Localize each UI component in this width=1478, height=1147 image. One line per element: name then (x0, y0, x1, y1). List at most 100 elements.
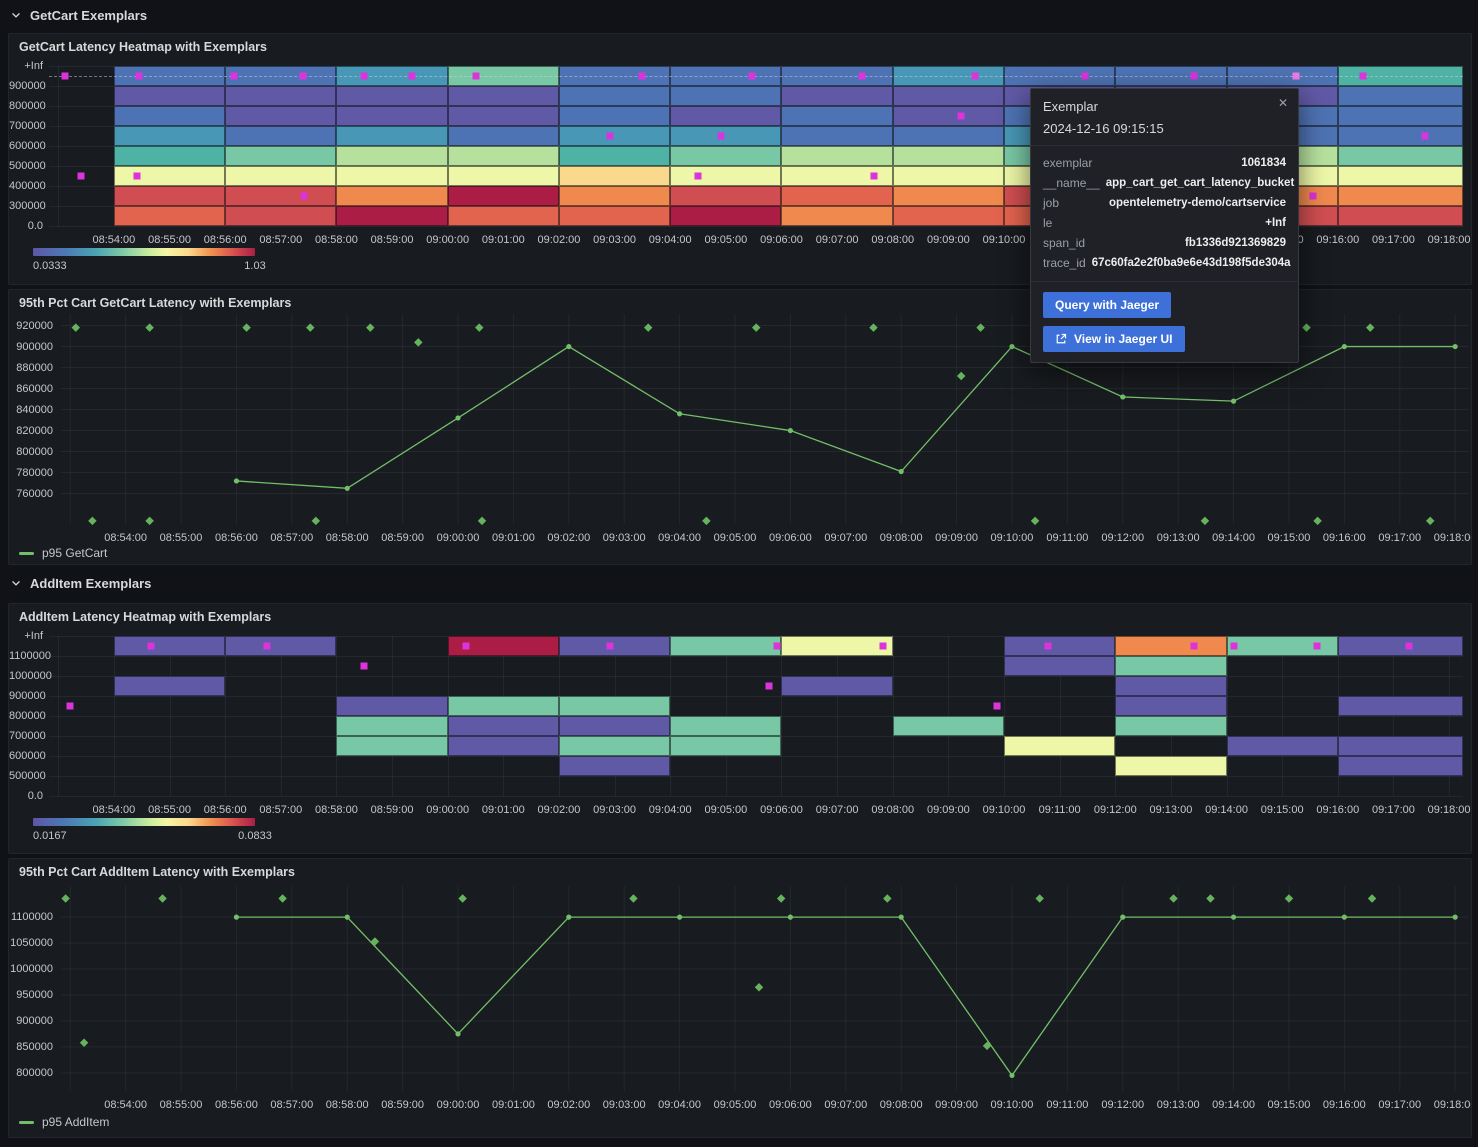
exemplar-marker[interactable] (147, 643, 154, 650)
exemplar-marker[interactable] (361, 73, 368, 80)
exemplar-marker[interactable] (1309, 193, 1316, 200)
data-point[interactable] (455, 1031, 460, 1036)
exemplar-diamond[interactable] (242, 323, 250, 331)
exemplar-marker[interactable] (748, 73, 755, 80)
exemplar-diamond[interactable] (1169, 894, 1177, 902)
data-point[interactable] (788, 915, 793, 920)
exemplar-marker[interactable] (1191, 643, 1198, 650)
exemplar-marker[interactable] (1314, 643, 1321, 650)
exemplar-diamond[interactable] (366, 323, 374, 331)
exemplar-diamond[interactable] (145, 517, 153, 525)
legend-label[interactable]: p95 GetCart (42, 546, 107, 560)
exemplar-marker[interactable] (135, 73, 142, 80)
exemplar-diamond[interactable] (306, 323, 314, 331)
exemplar-marker[interactable] (300, 73, 307, 80)
exemplar-diamond[interactable] (145, 323, 153, 331)
exemplar-diamond[interactable] (478, 517, 486, 525)
exemplar-diamond[interactable] (755, 983, 763, 991)
exemplar-marker[interactable] (263, 643, 270, 650)
data-point[interactable] (234, 915, 239, 920)
view-in-jaeger-button[interactable]: View in Jaeger UI (1043, 326, 1185, 352)
exemplar-marker[interactable] (67, 703, 74, 710)
data-point[interactable] (566, 344, 571, 349)
exemplar-diamond[interactable] (312, 517, 320, 525)
data-point[interactable] (345, 915, 350, 920)
exemplar-diamond[interactable] (458, 894, 466, 902)
exemplar-marker[interactable] (766, 683, 773, 690)
exemplar-marker[interactable] (1421, 133, 1428, 140)
exemplar-diamond[interactable] (976, 323, 984, 331)
legend[interactable]: p95 GetCart (19, 546, 107, 560)
data-point[interactable] (1342, 344, 1347, 349)
exemplar-diamond[interactable] (80, 1038, 88, 1046)
data-point[interactable] (455, 415, 460, 420)
exemplar-diamond[interactable] (278, 894, 286, 902)
exemplar-marker[interactable] (695, 173, 702, 180)
data-point[interactable] (345, 486, 350, 491)
legend[interactable]: p95 AddItem (19, 1115, 109, 1129)
exemplar-diamond[interactable] (1302, 323, 1310, 331)
exemplar-diamond[interactable] (475, 323, 483, 331)
exemplar-diamond[interactable] (1206, 894, 1214, 902)
exemplar-diamond[interactable] (1313, 517, 1321, 525)
exemplar-marker[interactable] (1359, 73, 1366, 80)
exemplar-marker[interactable] (993, 703, 1000, 710)
exemplar-marker[interactable] (606, 133, 613, 140)
data-point[interactable] (1120, 394, 1125, 399)
exemplar-diamond[interactable] (72, 323, 80, 331)
exemplar-diamond[interactable] (983, 1042, 991, 1050)
exemplar-marker[interactable] (871, 173, 878, 180)
exemplar-diamond[interactable] (869, 323, 877, 331)
exemplar-diamond[interactable] (777, 894, 785, 902)
data-point[interactable] (1120, 915, 1125, 920)
row-header-getcart-exemplars[interactable]: GetCart Exemplars (0, 0, 1478, 30)
close-icon[interactable]: ✕ (1278, 97, 1288, 109)
exemplar-marker[interactable] (361, 663, 368, 670)
exemplar-marker[interactable] (972, 73, 979, 80)
data-point[interactable] (1453, 915, 1458, 920)
exemplar-diamond[interactable] (644, 323, 652, 331)
exemplar-marker[interactable] (958, 113, 965, 120)
data-point[interactable] (1009, 344, 1014, 349)
exemplar-marker[interactable] (408, 73, 415, 80)
exemplar-diamond[interactable] (1366, 323, 1374, 331)
exemplar-diamond[interactable] (1031, 517, 1039, 525)
exemplar-marker[interactable] (472, 73, 479, 80)
exemplar-diamond[interactable] (1426, 517, 1434, 525)
exemplar-diamond[interactable] (702, 517, 710, 525)
data-point[interactable] (1231, 399, 1236, 404)
data-point[interactable] (234, 478, 239, 483)
legend-label[interactable]: p95 AddItem (42, 1115, 109, 1129)
exemplar-diamond[interactable] (158, 894, 166, 902)
exemplar-diamond[interactable] (752, 323, 760, 331)
data-point[interactable] (788, 428, 793, 433)
exemplar-diamond[interactable] (61, 894, 69, 902)
data-point[interactable] (1231, 915, 1236, 920)
row-header-additem-exemplars[interactable]: AddItem Exemplars (0, 568, 1478, 598)
data-point[interactable] (1009, 1073, 1014, 1078)
exemplar-marker[interactable] (231, 73, 238, 80)
exemplar-marker[interactable] (1081, 73, 1088, 80)
exemplar-marker[interactable] (61, 73, 68, 80)
data-point[interactable] (677, 915, 682, 920)
exemplar-marker[interactable] (1044, 643, 1051, 650)
exemplar-marker[interactable] (1293, 73, 1300, 80)
exemplar-diamond[interactable] (957, 372, 965, 380)
exemplar-diamond[interactable] (629, 894, 637, 902)
exemplar-marker[interactable] (300, 193, 307, 200)
exemplar-marker[interactable] (859, 73, 866, 80)
exemplar-marker[interactable] (134, 173, 141, 180)
exemplar-marker[interactable] (1406, 643, 1413, 650)
exemplar-marker[interactable] (773, 643, 780, 650)
query-with-jaeger-button[interactable]: Query with Jaeger (1043, 292, 1171, 318)
data-point[interactable] (899, 469, 904, 474)
exemplar-diamond[interactable] (1035, 894, 1043, 902)
exemplar-marker[interactable] (718, 133, 725, 140)
exemplar-marker[interactable] (1230, 643, 1237, 650)
exemplar-diamond[interactable] (414, 338, 422, 346)
data-point[interactable] (1453, 344, 1458, 349)
exemplar-diamond[interactable] (371, 937, 379, 945)
data-point[interactable] (899, 915, 904, 920)
data-point[interactable] (677, 411, 682, 416)
exemplar-diamond[interactable] (1285, 894, 1293, 902)
